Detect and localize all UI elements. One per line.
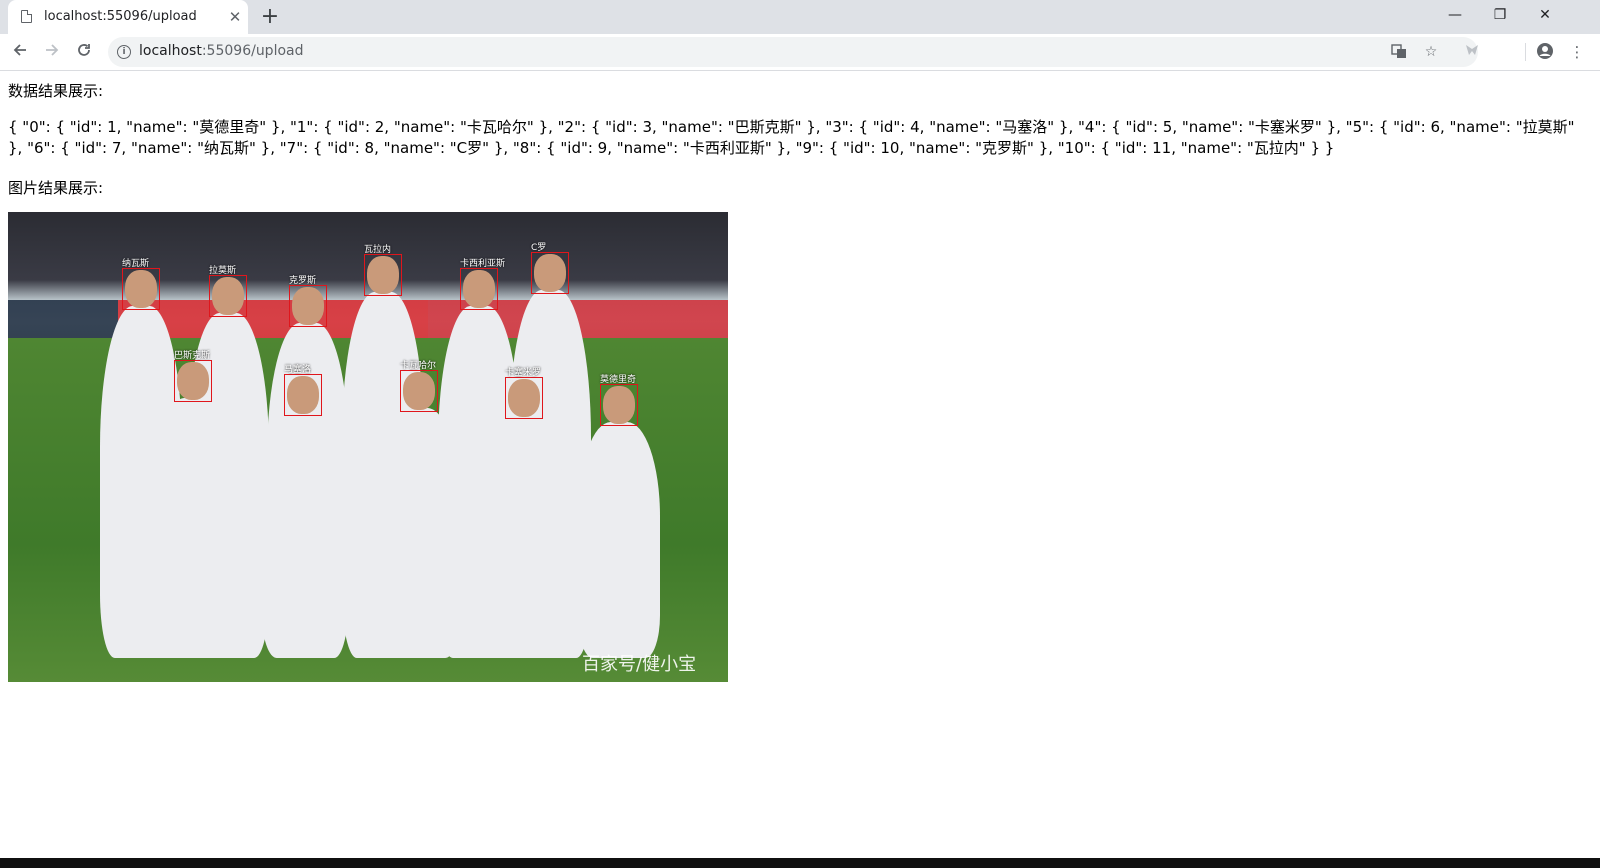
face-box (284, 374, 322, 416)
browser-toolbar: i localhost:55096/upload ☆ ⋮ (0, 34, 1600, 71)
face-name-label: 莫德里奇 (600, 375, 637, 385)
face-box (209, 275, 247, 317)
player-figure (378, 408, 460, 658)
translate-icon[interactable] (1390, 43, 1408, 61)
image-result-label: 图片结果展示: (8, 179, 104, 197)
address-bar[interactable]: i localhost:55096/upload ☆ (108, 37, 1478, 67)
forward-icon[interactable] (38, 39, 66, 67)
player-figure (483, 415, 565, 658)
player-figure (262, 412, 344, 658)
watermark-text: 百家号/健小宝 (582, 654, 697, 675)
face-name-label: 巴斯克斯 (174, 351, 211, 361)
face-box (289, 285, 327, 327)
face-box (122, 268, 160, 310)
face-name-label: C罗 (531, 243, 547, 253)
face-name-label: 卡塞米罗 (505, 368, 542, 378)
close-tab-icon[interactable]: ✕ (226, 8, 244, 26)
reload-icon[interactable] (70, 39, 98, 67)
profile-icon[interactable] (1535, 42, 1555, 62)
face-box (400, 370, 438, 412)
json-result-text: { "0": { "id": 1, "name": "莫德里奇" }, "1":… (8, 118, 1575, 157)
back-icon[interactable] (6, 39, 34, 67)
face-box (531, 252, 569, 294)
tab-title: localhost:55096/upload (44, 9, 197, 24)
info-icon[interactable]: i (117, 45, 131, 59)
face-box (505, 377, 543, 419)
player-figure (152, 398, 234, 658)
face-box (460, 268, 498, 310)
star-icon[interactable]: ☆ (1422, 43, 1440, 61)
toolbar-divider (1525, 43, 1526, 61)
face-name-label: 卡西利亚斯 (460, 259, 506, 269)
face-box (174, 360, 212, 402)
face-name-label: 马塞洛 (284, 365, 312, 375)
face-name-label: 卡瓦哈尔 (400, 361, 437, 371)
url-text: localhost:55096/upload (139, 43, 304, 59)
close-window-button[interactable]: ✕ (1522, 0, 1568, 30)
page-icon (21, 10, 32, 23)
data-result-label: 数据结果展示: (8, 82, 104, 100)
menu-icon[interactable]: ⋮ (1567, 42, 1587, 62)
face-box (364, 254, 402, 296)
face-recognition-image: 纳瓦斯拉莫斯克罗斯 瓦拉内卡西利亚斯 C罗巴斯克斯马塞洛 卡瓦哈尔卡塞米罗莫德里奇百家… (8, 212, 728, 682)
title-bar: localhost:55096/upload ✕ + — ❐ ✕ (0, 0, 1600, 34)
player-figure (578, 422, 660, 658)
face-name-label: 纳瓦斯 (122, 259, 150, 269)
face-name-label: 瓦拉内 (364, 245, 392, 255)
face-name-label: 克罗斯 (289, 276, 317, 286)
face-box (600, 384, 638, 426)
minimize-button[interactable]: — (1432, 0, 1478, 30)
face-name-label: 拉莫斯 (209, 266, 237, 276)
taskbar (0, 858, 1600, 868)
extension-icon[interactable] (1462, 42, 1482, 62)
browser-tab[interactable]: localhost:55096/upload ✕ (8, 0, 248, 34)
page-content: 数据结果展示: { "0": { "id": 1, "name": "莫德里奇"… (8, 72, 1588, 682)
restore-button[interactable]: ❐ (1477, 0, 1523, 30)
new-tab-button[interactable]: + (258, 5, 282, 29)
